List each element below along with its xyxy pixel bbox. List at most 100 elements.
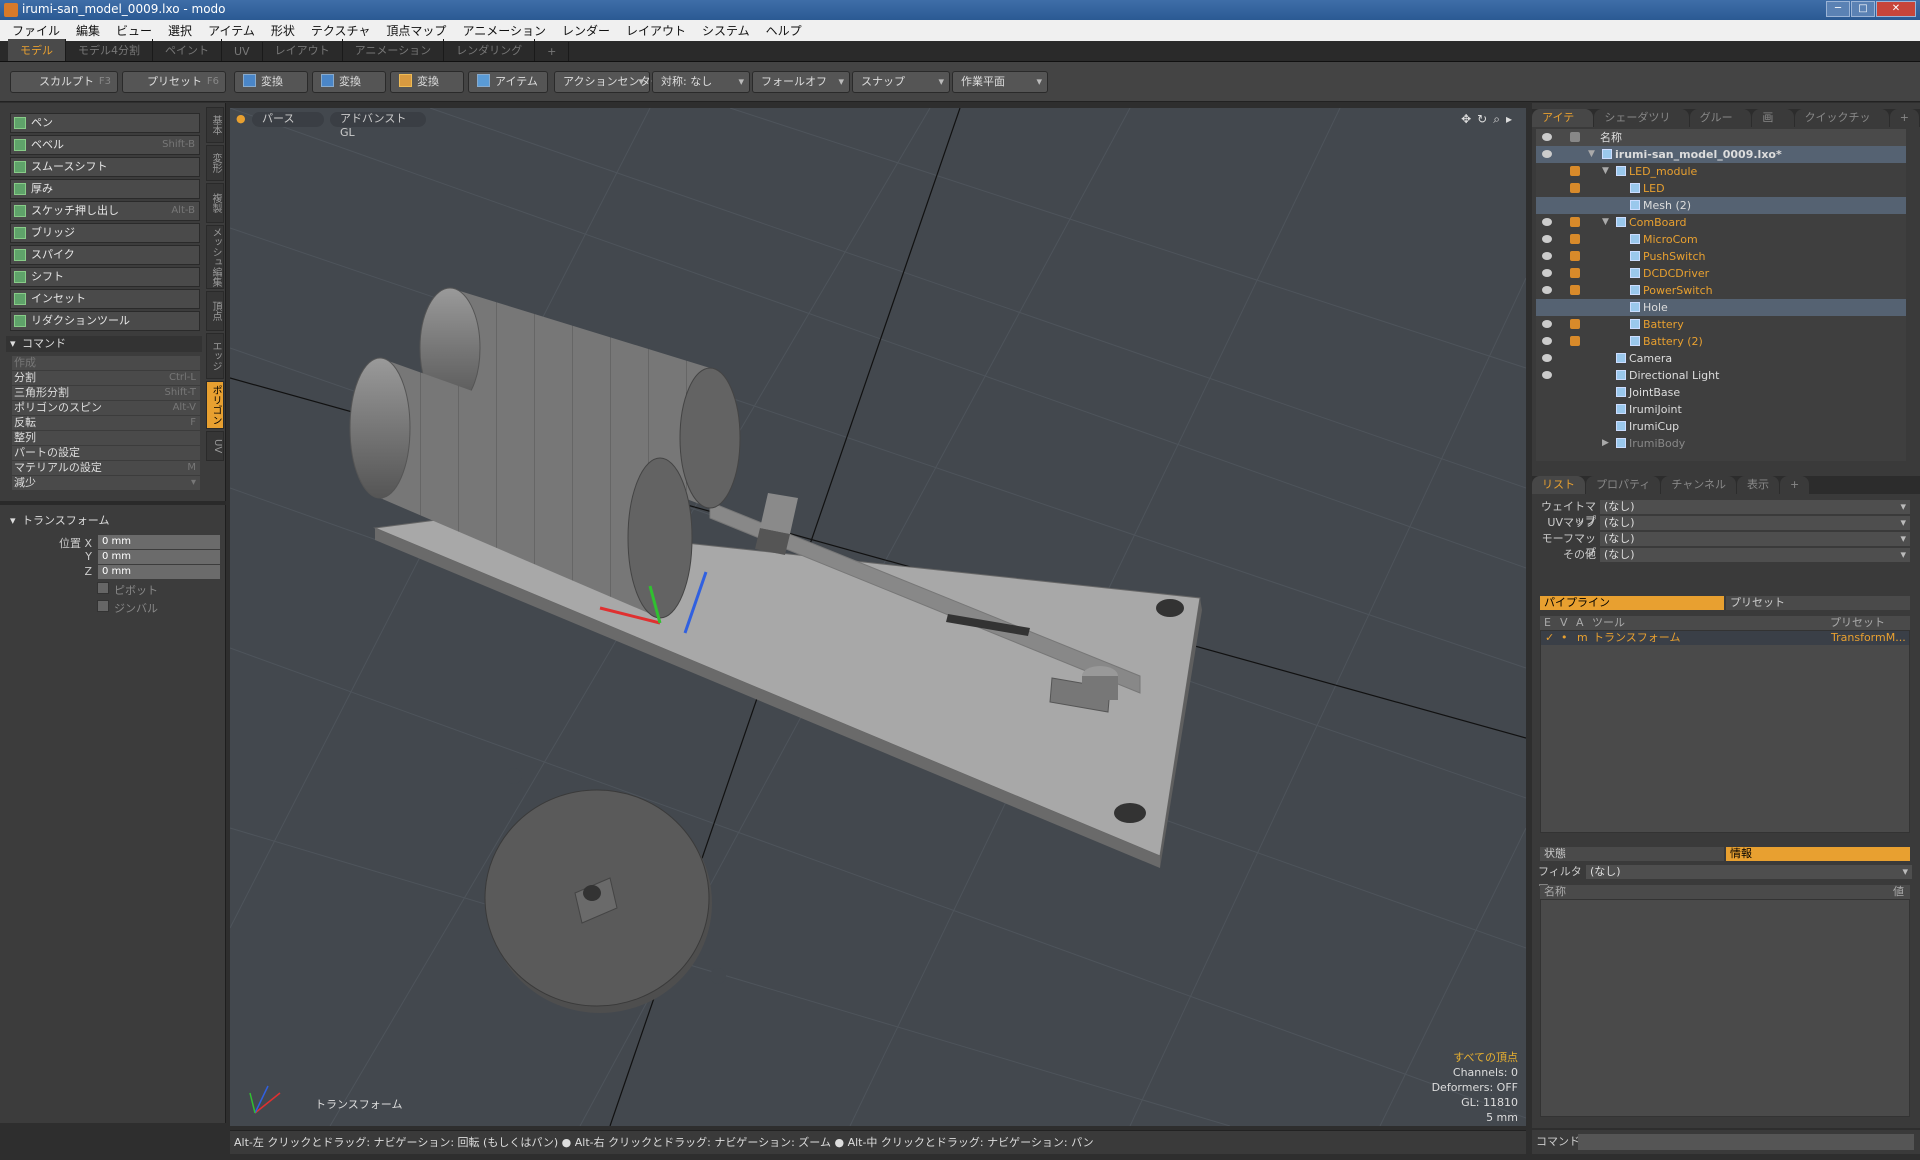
eye-icon[interactable] (1542, 371, 1552, 379)
tab-quick-tips[interactable]: クイックチップ (1794, 109, 1889, 142)
tab-items[interactable]: アイテム (1532, 109, 1594, 142)
lock-icon[interactable] (1570, 234, 1580, 244)
vtab-mesh-edit[interactable]: メッシュ編集 (206, 225, 224, 289)
sculpt-button[interactable]: スカルプト F3 (10, 71, 118, 93)
collapse-arrow-icon[interactable]: ▼ (1602, 163, 1609, 180)
item-row[interactable]: ▼ LED_module (1536, 163, 1906, 180)
menu-help[interactable]: ヘルプ (758, 22, 810, 39)
tab-shader-tree[interactable]: シェーダツリー (1594, 109, 1689, 142)
tab-info[interactable]: 情報 (1726, 847, 1910, 861)
item-row[interactable]: IrumiJoint (1536, 401, 1906, 418)
uv-map-row[interactable]: UVマップ (なし) (1536, 516, 1916, 530)
eye-icon[interactable] (1542, 354, 1552, 362)
tool-pen[interactable]: ペン (10, 113, 200, 133)
pivot-checkbox[interactable] (97, 582, 109, 594)
tab-channels[interactable]: チャンネル (1661, 476, 1737, 494)
item-row[interactable]: Directional Light (1536, 367, 1906, 384)
tool-inset[interactable]: インセット (10, 289, 200, 309)
action-center-dropdown[interactable]: アクションセンター (554, 71, 661, 93)
workplane-dropdown[interactable]: 作業平面 (952, 71, 1048, 93)
item-row[interactable]: PowerSwitch (1536, 282, 1906, 299)
tab-uv[interactable]: UV (222, 42, 263, 61)
cmd-set-part[interactable]: パートの設定 (12, 446, 200, 460)
uv-map-select[interactable]: (なし) (1600, 516, 1910, 530)
filter-row[interactable]: フィルター(なし) (1534, 865, 1914, 892)
tab-rendering[interactable]: レンダリング (444, 39, 536, 61)
minimize-button[interactable]: ─ (1826, 1, 1850, 17)
other-map-select[interactable]: (なし) (1600, 548, 1910, 562)
viewport-menu-icon[interactable]: ● (236, 112, 246, 125)
item-row[interactable]: DCDCDriver (1536, 265, 1906, 282)
transform-header[interactable]: トランスフォーム (6, 513, 202, 529)
cmd-spin-quads[interactable]: ポリゴンのスピン Alt-V (12, 401, 200, 415)
tab-images[interactable]: 画像 (1752, 109, 1794, 142)
menu-render[interactable]: レンダー (554, 22, 618, 39)
render-mode-advanced-gl[interactable]: アドバンスト GL (330, 112, 426, 139)
lock-icon[interactable] (1570, 166, 1580, 176)
gimbal-checkbox[interactable] (97, 600, 109, 612)
commands-header[interactable]: コマンド (6, 336, 202, 352)
pipeline-active[interactable]: m (1577, 631, 1588, 645)
tool-bevel[interactable]: ベベル Shift-B (10, 135, 200, 155)
tool-spike[interactable]: スパイク (10, 245, 200, 265)
cmd-triple[interactable]: 三角形分割 Shift-T (12, 386, 200, 400)
tab-pipeline[interactable]: パイプライン (1540, 596, 1724, 610)
tab-paint[interactable]: ペイント (153, 39, 222, 61)
zoom-icon[interactable]: ⌕ (1493, 112, 1506, 126)
tab-properties[interactable]: プロパティ (1586, 476, 1661, 494)
add-tab-button[interactable]: + (1889, 109, 1919, 127)
item-mode-button[interactable]: アイテム (468, 71, 548, 93)
eye-icon[interactable] (1542, 235, 1552, 243)
item-row[interactable]: Battery (2) (1536, 333, 1906, 350)
pipeline-visible[interactable]: • (1561, 631, 1568, 645)
eye-icon[interactable] (1542, 337, 1552, 345)
tab-groups[interactable]: グループ (1689, 109, 1752, 142)
item-row[interactable]: IrumiCup (1536, 418, 1906, 435)
menu-vertex-map[interactable]: 頂点マップ (378, 22, 454, 39)
tab-list[interactable]: リスト (1532, 476, 1585, 494)
falloff-dropdown[interactable]: フォールオフ (752, 71, 850, 93)
eye-icon[interactable] (1542, 252, 1552, 260)
pipeline-list[interactable]: ✓ • m トランスフォーム TransformM... (1540, 630, 1910, 833)
expand-arrow-icon[interactable]: ▸ (1506, 112, 1518, 126)
chevron-down-icon[interactable]: ▾ (191, 476, 196, 490)
close-button[interactable]: ✕ (1876, 1, 1916, 17)
menu-item[interactable]: アイテム (200, 22, 263, 39)
item-row[interactable]: ▼ irumi-san_model_0009.lxo* (1536, 146, 1906, 163)
transform-edge-button[interactable]: 変換 (312, 71, 386, 93)
morph-map-row[interactable]: モーフマップ (なし) (1536, 532, 1916, 559)
menu-texture[interactable]: テクスチャ (303, 22, 379, 39)
vtab-duplicate[interactable]: 複製 (206, 183, 224, 223)
eye-icon[interactable] (1542, 150, 1552, 158)
eye-icon[interactable] (1542, 286, 1552, 294)
item-row[interactable]: Camera (1536, 350, 1906, 367)
item-row[interactable]: Battery (1536, 316, 1906, 333)
cmd-set-material[interactable]: マテリアルの設定 M (12, 461, 200, 475)
eye-icon[interactable] (1542, 269, 1552, 277)
weight-map-row[interactable]: ウェイトマップ (なし) (1536, 500, 1916, 527)
snap-dropdown[interactable]: スナップ (852, 71, 950, 93)
vtab-edge[interactable]: エッジ (206, 333, 224, 379)
maximize-button[interactable]: □ (1851, 1, 1875, 17)
tool-thicken[interactable]: 厚み (10, 179, 200, 199)
preset-button[interactable]: プリセット F6 (122, 71, 226, 93)
tool-smooth-shift[interactable]: スムースシフト (10, 157, 200, 177)
irumi-base-disc[interactable] (484, 768, 726, 1013)
position-z-field[interactable]: 0 mm (98, 565, 220, 579)
eye-icon[interactable] (1542, 320, 1552, 328)
lock-icon[interactable] (1570, 268, 1580, 278)
tool-shift[interactable]: シフト (10, 267, 200, 287)
morph-map-select[interactable]: (なし) (1600, 532, 1910, 546)
expand-arrow-icon[interactable]: ▶ (1602, 435, 1609, 452)
tab-display[interactable]: 表示 (1737, 476, 1780, 494)
other-map-row[interactable]: その他 (なし) (1536, 548, 1916, 562)
menu-geometry[interactable]: 形状 (263, 22, 303, 39)
tool-bridge[interactable]: ブリッジ (10, 223, 200, 243)
lock-icon[interactable] (1570, 336, 1580, 346)
lock-icon[interactable] (1570, 319, 1580, 329)
vtab-basic[interactable]: 基本 (206, 107, 224, 143)
eye-icon[interactable] (1542, 218, 1552, 226)
menu-system[interactable]: システム (694, 22, 758, 39)
item-row[interactable]: Hole (1536, 299, 1906, 316)
pipeline-row-transform[interactable]: ✓ • m トランスフォーム TransformM... (1541, 631, 1909, 645)
